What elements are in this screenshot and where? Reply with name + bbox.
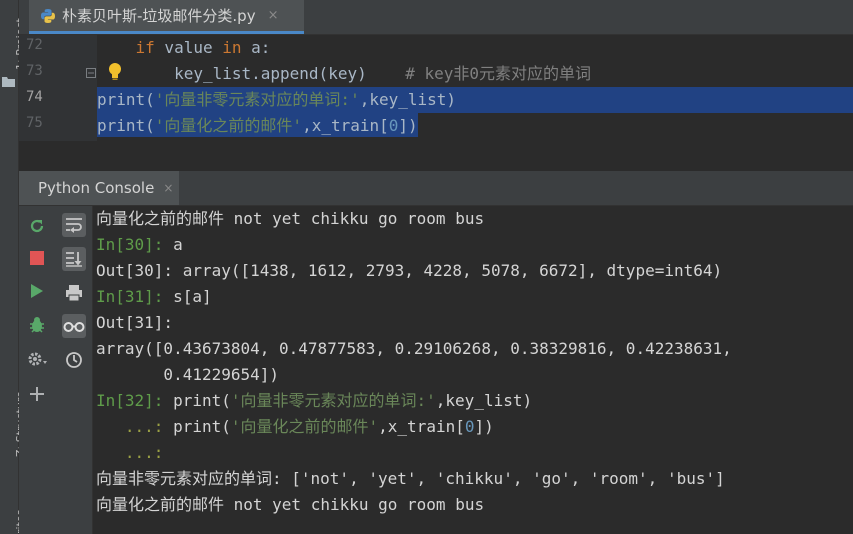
console-line: In[32]: print('向量非零元素对应的单词:',key_list)	[96, 388, 532, 414]
console-line: array([0.43673804, 0.47877583, 0.2910626…	[96, 336, 732, 362]
console-token: In[30]:	[96, 235, 164, 254]
code-editor[interactable]: 72 73 74 75 if value in a: key_list.appe…	[19, 35, 853, 141]
code-line: print('向量非零元素对应的单词:',key_list)	[97, 87, 853, 113]
settings-icon[interactable]	[25, 347, 49, 371]
editor-console-divider[interactable]	[19, 141, 853, 171]
console-token: array([0.43673804, 0.47877583, 0.2910626…	[96, 339, 732, 358]
console-token: ])	[474, 417, 494, 436]
line-number: 72	[26, 37, 43, 53]
console-action-toolbar	[19, 206, 55, 534]
close-tab-icon[interactable]: ×	[268, 8, 279, 23]
console-token: s[a]	[163, 287, 212, 306]
console-line: ...:	[96, 440, 164, 466]
structure-tool-tab[interactable]: Z: Structure	[0, 385, 27, 475]
project-tool-tab[interactable]: 1: Project	[0, 0, 27, 92]
favorites-tool-tab[interactable]: rites	[0, 500, 27, 534]
fold-icon[interactable]	[86, 68, 96, 78]
console-token: print(	[163, 417, 231, 436]
run-icon[interactable]	[25, 279, 49, 303]
code-token: '向量化之前的邮件'	[154, 116, 303, 135]
scroll-to-end-icon[interactable]	[62, 247, 86, 271]
console-token: ,key_list)	[435, 391, 533, 410]
console-token: 0.41229654])	[96, 365, 280, 384]
console-line: 向量化之前的邮件 not yet chikku go room bus	[96, 206, 484, 232]
console-token: Out[31]:	[96, 313, 174, 332]
print-icon[interactable]	[62, 281, 86, 305]
console-line: ...: print('向量化之前的邮件',x_train[0])	[96, 414, 494, 440]
editor-tab-title: 朴素贝叶斯-垃圾邮件分类.py	[62, 7, 256, 25]
debug-icon[interactable]	[25, 313, 49, 337]
code-line: print('向量化之前的邮件',x_train[0])	[97, 113, 853, 139]
code-token: a:	[241, 38, 271, 57]
variables-icon[interactable]	[62, 314, 86, 338]
console-header: Python Console ×	[19, 171, 853, 206]
code-line: if value in a:	[97, 35, 853, 61]
add-icon[interactable]	[25, 382, 49, 406]
console-token: In[31]:	[96, 287, 164, 306]
console-line: In[31]: s[a]	[96, 284, 212, 310]
code-token: '向量非零元素对应的单词:'	[154, 90, 360, 109]
console-view-toolbar	[55, 206, 93, 534]
console-token: a	[163, 235, 183, 254]
code-token: ,key_list)	[359, 90, 457, 109]
line-number: 73	[26, 63, 43, 79]
console-token: 向量化之前的邮件 not yet chikku go room bus	[96, 209, 485, 228]
line-number: 75	[26, 115, 43, 131]
console-line: Out[31]:	[96, 310, 173, 336]
editor-tab-bar: 朴素贝叶斯-垃圾邮件分类.py ×	[19, 0, 853, 35]
python-console-tab[interactable]: Python Console ×	[19, 171, 180, 205]
code-token: print(	[97, 90, 155, 109]
console-token: ...:	[96, 443, 164, 462]
code-token: print(	[97, 116, 155, 135]
editor-gutter: 72 73 74 75	[19, 35, 97, 141]
python-file-icon	[41, 8, 55, 23]
soft-wrap-icon[interactable]	[62, 213, 86, 237]
code-text: print('向量化之前的邮件',x_train[0])	[97, 113, 418, 137]
stop-icon[interactable]	[25, 246, 49, 270]
console-token: Out[30]: array([1438, 1612, 2793, 4228, …	[96, 261, 723, 280]
line-number: 74	[26, 89, 43, 105]
code-text: key_list.append(key) # key非0元素对应的单词	[97, 61, 591, 85]
code-token: key_list.append(key)	[97, 64, 406, 83]
console-token: print(	[163, 391, 231, 410]
console-line: 向量化之前的邮件 not yet chikku go room bus	[96, 492, 484, 518]
code-text: print('向量非零元素对应的单词:',key_list)	[97, 87, 457, 111]
rerun-icon[interactable]	[25, 214, 49, 238]
code-token: 0	[388, 116, 399, 135]
close-console-icon[interactable]: ×	[163, 181, 173, 195]
console-token: ,x_train[	[378, 417, 465, 436]
code-token: ])	[398, 116, 418, 135]
console-token: '向量化之前的邮件'	[230, 417, 379, 436]
code-token: ,x_train[	[302, 116, 389, 135]
console-line: Out[30]: array([1438, 1612, 2793, 4228, …	[96, 258, 722, 284]
console-line: In[30]: a	[96, 232, 183, 258]
code-token: if	[135, 38, 155, 57]
console-token: 向量非零元素对应的单词: ['not', 'yet', 'chikku', 'g…	[96, 469, 725, 488]
code-token: # key非0元素对应的单词	[405, 64, 592, 83]
folder-icon	[2, 77, 15, 87]
code-token: value	[154, 38, 223, 57]
console-token: In[32]:	[96, 391, 164, 410]
console-line: 0.41229654])	[96, 362, 279, 388]
code-line: key_list.append(key) # key非0元素对应的单词	[97, 61, 853, 87]
console-token: 0	[464, 417, 475, 436]
console-tab-label: Python Console	[38, 179, 155, 197]
code-token: in	[222, 38, 242, 57]
console-line: 向量非零元素对应的单词: ['not', 'yet', 'chikku', 'g…	[96, 466, 725, 492]
code-text: if value in a:	[97, 35, 271, 59]
editor-file-tab[interactable]: 朴素贝叶斯-垃圾邮件分类.py ×	[29, 0, 304, 34]
console-token: '向量非零元素对应的单词:'	[230, 391, 436, 410]
history-icon[interactable]	[62, 348, 86, 372]
console-token: 向量化之前的邮件 not yet chikku go room bus	[96, 495, 485, 514]
left-tool-strip: 1: Project Z: Structure rites	[0, 0, 27, 534]
console-token: ...:	[96, 417, 164, 436]
console-output[interactable]: 向量化之前的邮件 not yet chikku go room bus In[3…	[93, 206, 853, 534]
